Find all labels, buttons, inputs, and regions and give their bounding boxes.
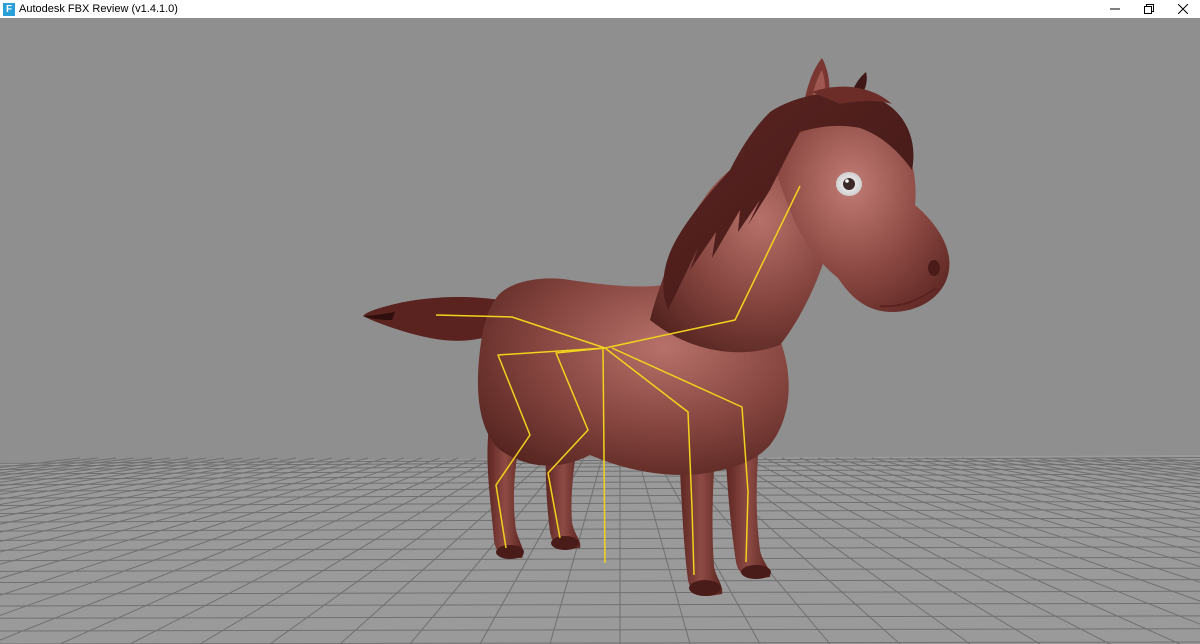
- close-button[interactable]: [1166, 0, 1200, 18]
- restore-icon: [1144, 4, 1154, 14]
- maximize-button[interactable]: [1132, 0, 1166, 18]
- close-icon: [1178, 4, 1188, 14]
- fbx-review-icon: F: [3, 2, 15, 16]
- title-bar[interactable]: F Autodesk FBX Review (v1.4.1.0): [0, 0, 1200, 18]
- window-controls: [1098, 0, 1200, 18]
- app-window: F Autodesk FBX Review (v1.4.1.0): [0, 0, 1200, 644]
- viewport-scene: [0, 58, 1200, 644]
- window-title: Autodesk FBX Review (v1.4.1.0): [19, 3, 178, 15]
- minimize-button[interactable]: [1098, 0, 1132, 18]
- minimize-icon: [1110, 8, 1120, 10]
- 3d-viewport[interactable]: [0, 18, 1200, 644]
